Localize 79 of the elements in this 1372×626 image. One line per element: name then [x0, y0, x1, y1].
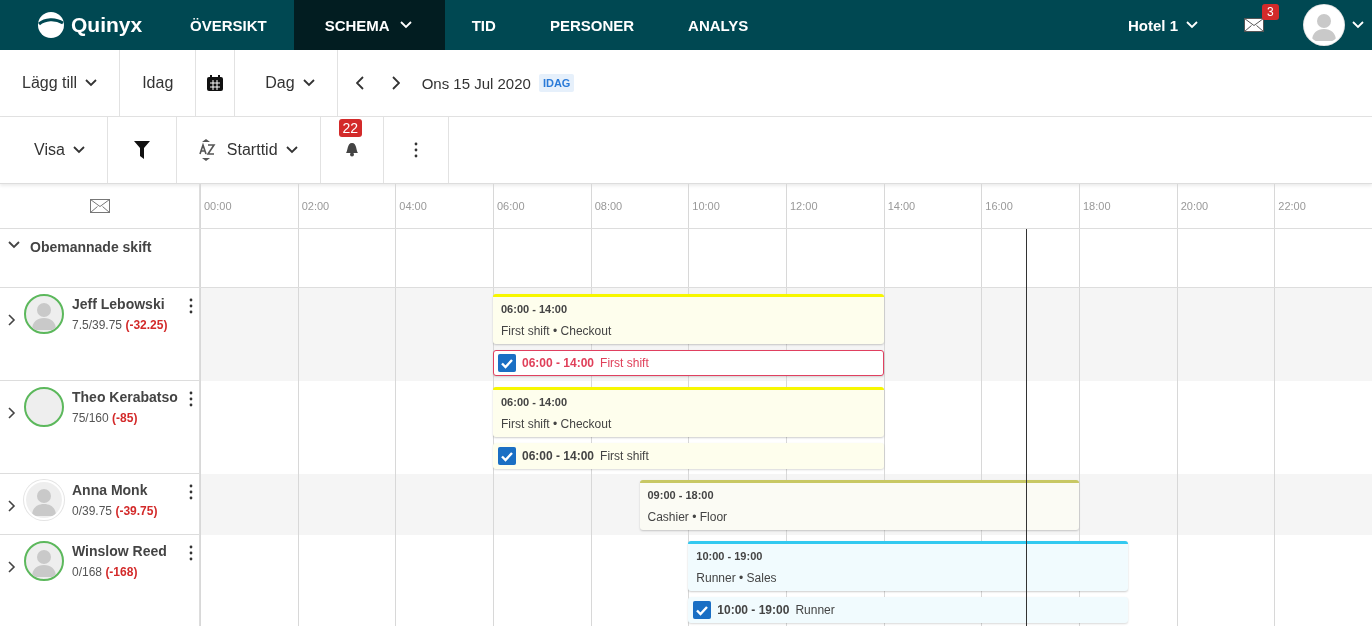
more-icon[interactable] [189, 484, 193, 500]
chevron-down-icon [285, 146, 298, 154]
employee-name[interactable]: Anna Monk [72, 482, 181, 498]
punch-label: First shift [600, 449, 649, 463]
shift-time: 06:00 - 14:00 [501, 303, 569, 315]
chevron-down-icon [399, 21, 412, 29]
shift-detail: Runner • Sales [696, 571, 778, 585]
more-icon[interactable] [189, 298, 193, 314]
nav-tab[interactable]: TID [444, 0, 523, 50]
shift-card[interactable]: 10:00 - 19:00 Runner • Sales [688, 541, 1128, 591]
nav-tab[interactable]: PERSONER [522, 0, 662, 50]
chevron-down-icon [1186, 21, 1198, 29]
shift-detail: First shift • Checkout [501, 324, 613, 338]
hours-summary: 7.5/39.75 (-32.25) [72, 318, 169, 332]
checkbox[interactable] [498, 354, 516, 372]
punch-label: First shift [600, 356, 649, 370]
hours-summary: 0/168 (-168) [72, 565, 139, 579]
more-icon[interactable] [189, 545, 193, 561]
employee-name[interactable]: Winslow Reed [72, 543, 181, 559]
chevron-down-icon [72, 146, 85, 154]
mail-icon[interactable] [89, 199, 110, 213]
hour-label: 22:00 [1277, 200, 1307, 212]
shift-card[interactable]: 06:00 - 14:00 First shift • Checkout [493, 387, 884, 437]
punch-entry[interactable]: 10:00 - 19:00 Runner [688, 597, 1128, 623]
expand-chevron-icon[interactable] [8, 314, 16, 326]
hour-label: 02:00 [300, 200, 331, 212]
punch-entry[interactable]: 06:00 - 14:00 First shift [493, 443, 884, 469]
expand-chevron-icon[interactable] [8, 561, 16, 573]
show-dropdown[interactable]: Visa [0, 117, 108, 183]
more-icon[interactable] [189, 391, 193, 407]
employee-name[interactable]: Jeff Lebowski [72, 296, 181, 312]
nav-tab[interactable]: ANALYS [661, 0, 776, 50]
hour-label: 00:00 [203, 200, 233, 212]
punch-time: 10:00 - 19:00 [717, 603, 790, 617]
shift-card[interactable]: 06:00 - 14:00 First shift • Checkout [493, 294, 884, 344]
expand-chevron-icon[interactable] [8, 407, 16, 419]
hour-label: 18:00 [1082, 200, 1112, 212]
hour-label: 14:00 [886, 200, 917, 212]
logo-text: Quinyx [71, 13, 143, 37]
notification-badge: 22 [338, 119, 363, 137]
hour-label: 16:00 [984, 200, 1014, 212]
hour-label: 12:00 [789, 200, 819, 212]
nav-tab[interactable]: SCHEMA [293, 0, 445, 50]
filter-icon[interactable] [107, 117, 177, 183]
chevron-down-icon [85, 79, 98, 87]
checkbox[interactable] [498, 447, 516, 465]
collapse-chevron-icon[interactable] [8, 241, 20, 249]
sort-dropdown[interactable]: Starttid [176, 117, 321, 183]
shift-time: 06:00 - 14:00 [501, 396, 569, 408]
hour-label: 06:00 [496, 200, 526, 212]
user-menu-chevron-icon [1352, 21, 1364, 29]
punch-entry[interactable]: 06:00 - 14:00 First shift [493, 350, 884, 376]
shift-time: 09:00 - 18:00 [647, 489, 715, 501]
shift-time: 10:00 - 19:00 [696, 550, 764, 562]
group-label: Obemannade skift [30, 239, 152, 255]
notification-badge: 3 [1262, 4, 1279, 20]
hours-summary: 75/160 (-85) [72, 411, 139, 425]
checkbox[interactable] [693, 601, 712, 619]
logo-icon [37, 11, 65, 39]
shift-card[interactable]: 09:00 - 18:00 Cashier • Floor [639, 480, 1079, 530]
hour-label: 20:00 [1179, 200, 1210, 212]
shift-detail: First shift • Checkout [501, 417, 613, 431]
hour-label: 10:00 [691, 200, 721, 212]
hours-summary: 0/39.75 (-39.75) [72, 504, 159, 518]
hour-label: 08:00 [593, 200, 624, 212]
unit-selector[interactable]: Hotel 1 [1122, 15, 1204, 35]
punch-label: Runner [795, 603, 835, 617]
employee-name[interactable]: Theo Kerabatso [72, 389, 181, 405]
shift-detail: Cashier • Floor [647, 510, 729, 524]
user-avatar[interactable] [1304, 5, 1344, 45]
nav-tab[interactable]: ÖVERSIKT [187, 0, 294, 50]
mail-icon[interactable] [1244, 18, 1264, 32]
today-badge: IDAG [538, 74, 575, 92]
date-label: Ons 15 Jul 2020 [421, 74, 531, 92]
punch-time: 06:00 - 14:00 [522, 449, 595, 463]
chevron-down-icon [302, 79, 315, 87]
punch-time: 06:00 - 14:00 [522, 356, 595, 370]
hour-label: 04:00 [398, 200, 428, 212]
expand-chevron-icon[interactable] [8, 500, 16, 512]
